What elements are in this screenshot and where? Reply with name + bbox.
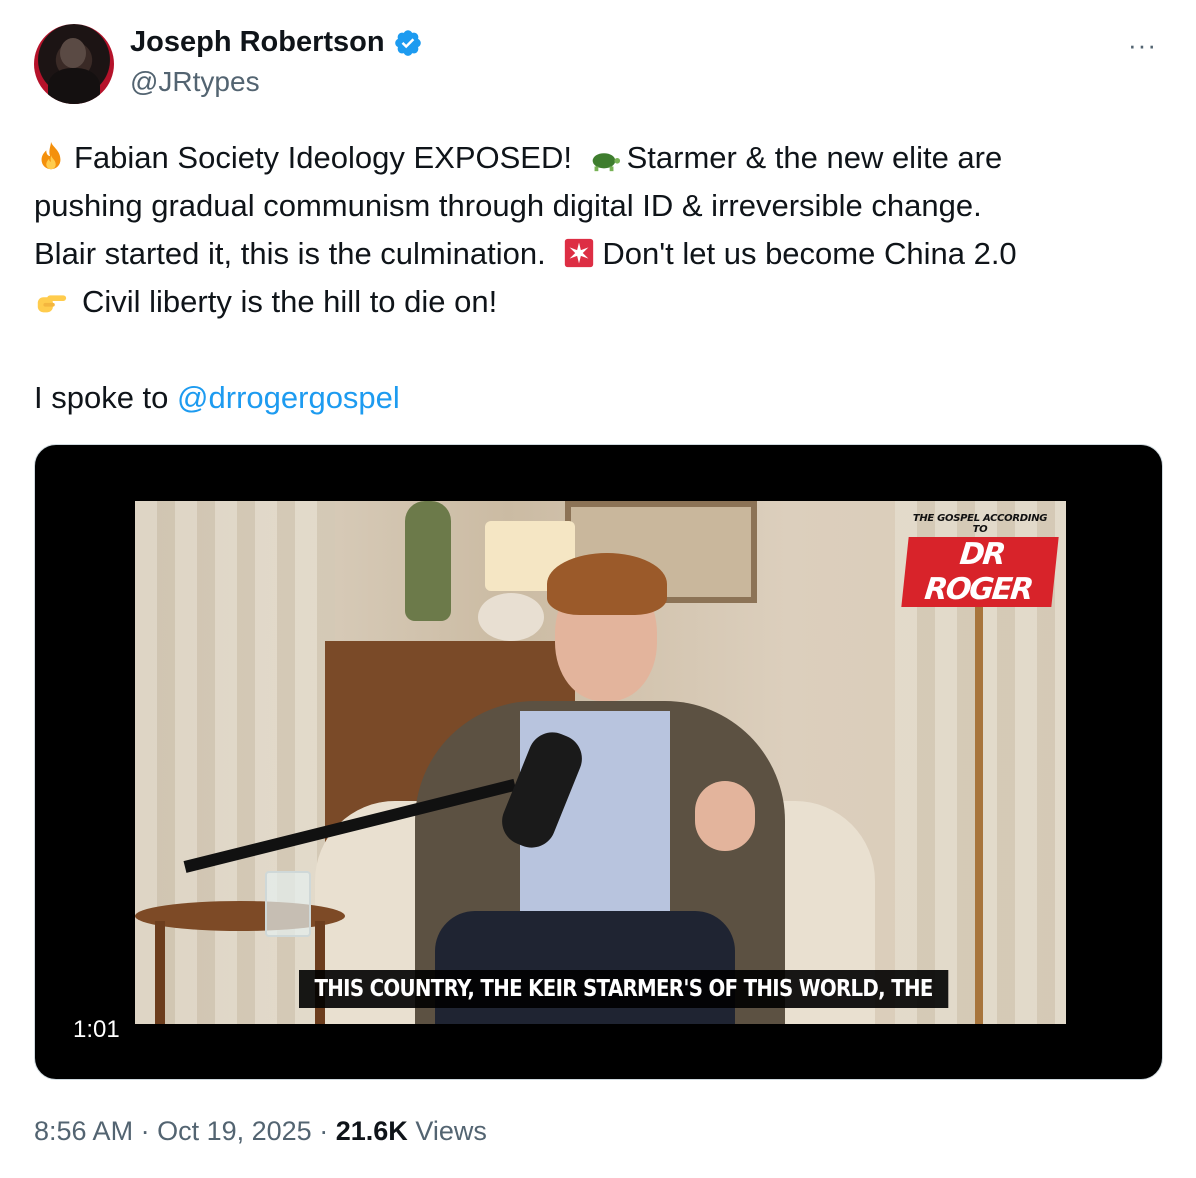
tweet-line-4-text: Civil liberty is the hill to die on! — [82, 284, 498, 319]
siren-emoji — [565, 238, 594, 268]
tweet-line-1b: Starmer & the new elite are — [626, 140, 1003, 175]
mention-link[interactable]: @drrogergospel — [177, 380, 400, 415]
tweet-line-5: I spoke to @drrogergospel — [34, 374, 1164, 422]
vase — [405, 501, 451, 621]
show-logo-big: DR ROGER — [901, 537, 1059, 607]
mention-prefix: I spoke to — [34, 380, 169, 415]
avatar-body — [48, 68, 100, 104]
pointing-hand-emoji — [37, 295, 67, 313]
person-hair — [547, 553, 667, 615]
video-subtitle: THIS COUNTRY, THE KEIR STARMER'S OF THIS… — [299, 970, 949, 1008]
tweet-line-2: pushing gradual communism through digita… — [34, 188, 982, 223]
avatar[interactable] — [34, 24, 114, 104]
tweet-time[interactable]: 8:56 AM — [34, 1116, 133, 1146]
show-logo-small: THE GOSPEL ACCORDING TO — [912, 513, 1048, 535]
views-count: 21.6K — [335, 1116, 408, 1146]
tweet-line-3a: Blair started it, this is the culminatio… — [34, 236, 546, 271]
tweet-line-4: Civil liberty is the hill to die on! — [34, 278, 1164, 326]
fire-emoji — [41, 141, 61, 170]
video-frame[interactable]: THE GOSPEL ACCORDING TO DR ROGER THIS CO… — [135, 501, 1066, 1024]
author-name[interactable]: Joseph Robertson — [130, 26, 385, 59]
meta-separator: · — [140, 1116, 150, 1146]
turtle-emoji — [592, 153, 620, 172]
floor-lamp — [975, 561, 983, 1024]
video-duration: 1:01 — [59, 1013, 134, 1047]
tweet-text: Fabian Society Ideology EXPOSED! Starmer… — [34, 134, 1164, 422]
video-player[interactable]: THE GOSPEL ACCORDING TO DR ROGER THIS CO… — [34, 444, 1163, 1080]
author-name-row: Joseph Robertson — [130, 26, 423, 59]
person-hand — [695, 781, 755, 851]
lamp-base — [478, 593, 544, 641]
tweet-meta: 8:56 AM · Oct 19, 2025 · 21.6K Views — [34, 1116, 487, 1147]
meta-separator: · — [319, 1116, 329, 1146]
tweet-line-1a: Fabian Society Ideology EXPOSED! — [74, 140, 572, 175]
show-logo: THE GOSPEL ACCORDING TO DR ROGER — [901, 513, 1059, 607]
water-glass — [265, 871, 311, 937]
tweet-line-3b: Don't let us become China 2.0 — [602, 236, 1017, 271]
author-handle[interactable]: @JRtypes — [130, 66, 260, 98]
more-options-icon[interactable]: ··· — [1128, 30, 1157, 61]
tweet-date[interactable]: Oct 19, 2025 — [157, 1116, 312, 1146]
tweet-line-3: Blair started it, this is the culminatio… — [34, 230, 1164, 278]
views-label: Views — [415, 1116, 487, 1146]
tweet-line-1: Fabian Society Ideology EXPOSED! Starmer… — [34, 134, 1164, 182]
avatar-head — [60, 38, 86, 68]
verified-badge-icon — [394, 29, 421, 56]
